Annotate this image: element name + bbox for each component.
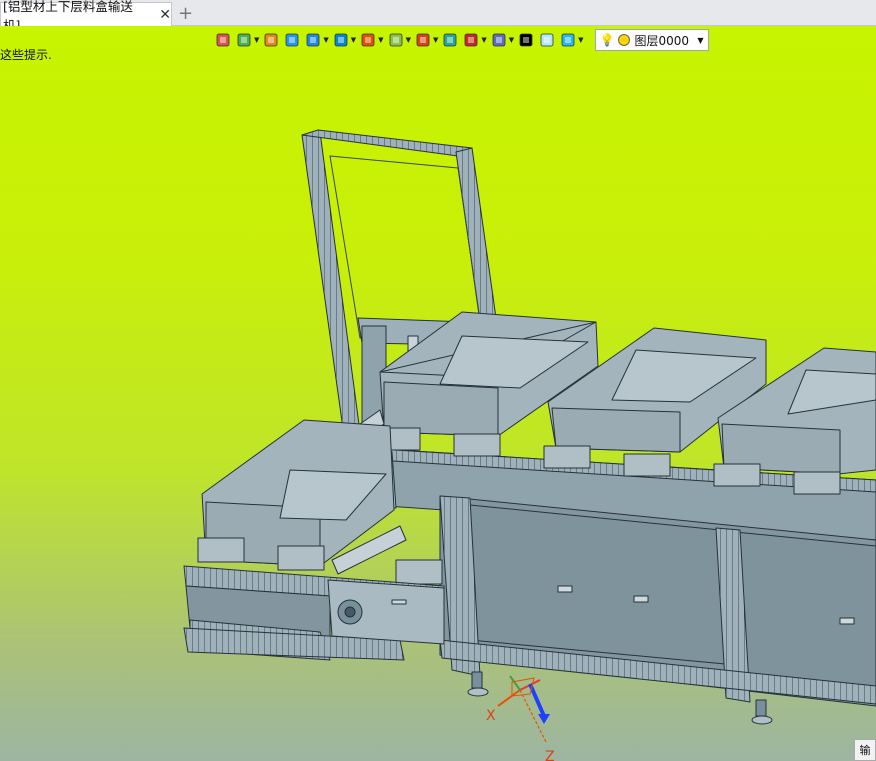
lift-frame-top-beam	[301, 129, 473, 157]
conveyor-model: X Z	[183, 129, 876, 761]
document-tab[interactable]: [铝型材上下层料盒输送机] ✕	[0, 0, 172, 33]
coordinate-triad	[497, 675, 550, 743]
lift-frame-right-post	[455, 147, 497, 323]
triad-z-label: Z	[545, 749, 555, 761]
tab-bar: [铝型材上下层料盒输送机] ✕ +	[0, 0, 876, 33]
triad-x-label: X	[486, 708, 496, 724]
command-input-button[interactable]: 输	[854, 739, 876, 761]
close-icon[interactable]: ✕	[159, 7, 171, 23]
3d-viewport[interactable]: 这些提示. ▼ ▼ ▼ ▼ ▼ ▼ ▼ ▼ ▼ 💡 图层0000 ▼ X Z 输	[0, 26, 876, 761]
new-tab-icon[interactable]: +	[178, 3, 193, 24]
